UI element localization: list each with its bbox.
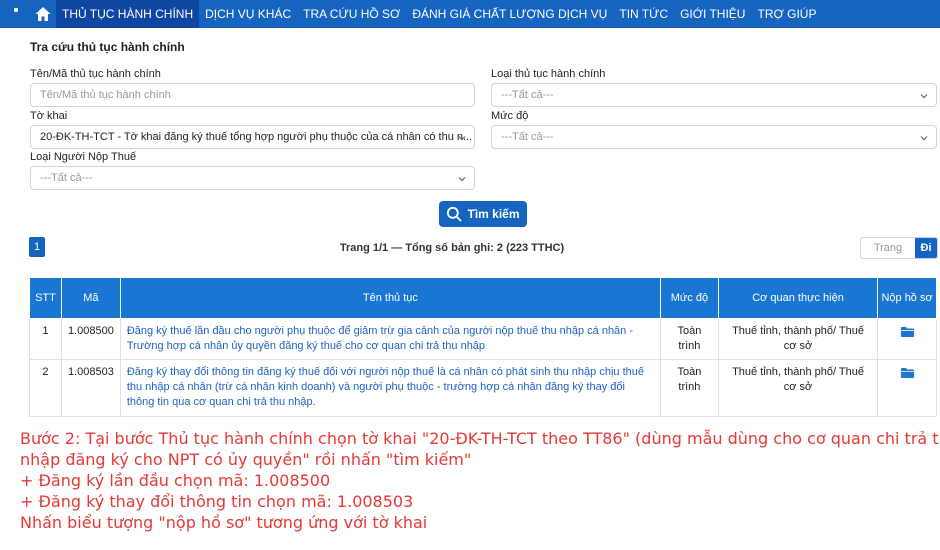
chevron-down-icon	[920, 94, 928, 99]
folder-icon[interactable]	[900, 368, 914, 378]
taxpayer-type-value: ---Tất cả---	[40, 172, 93, 184]
level-label: Mức độ	[491, 110, 529, 122]
page-goto-input[interactable]: Trang	[861, 238, 915, 258]
form-select[interactable]: 20-ĐK-TH-TCT - Tờ khai đăng ký thuế tổng…	[30, 125, 475, 149]
nav-item-tin-tuc[interactable]: TIN TỨC	[613, 0, 674, 28]
col-header-level: Mức độ	[659, 277, 719, 319]
col-header-agency: Cơ quan thực hiện	[717, 277, 879, 319]
top-navigation: THỦ TỤC HÀNH CHÍNH DỊCH VỤ KHÁC TRA CỨU …	[0, 0, 940, 28]
search-button-label: Tìm kiếm	[467, 207, 520, 221]
level-select[interactable]: ---Tất cả---	[491, 125, 937, 149]
folder-icon[interactable]	[900, 327, 914, 337]
col-header-name: Tên thủ tục	[119, 277, 661, 319]
home-icon[interactable]	[34, 5, 52, 23]
cell-stt: 1	[29, 318, 62, 360]
procedure-name-link[interactable]: Đăng ký thuế lần đầu cho người phụ thuộc…	[119, 318, 661, 360]
nav-item-danh-gia-chat-luong[interactable]: ĐÁNH GIÁ CHẤT LƯỢNG DỊCH VỤ	[406, 0, 613, 28]
instruction-line: nhập đăng ký cho NPT có ủy quyền" rồi nh…	[20, 450, 472, 469]
col-header-submit: Nộp hồ sơ	[877, 277, 937, 319]
chevron-down-icon	[458, 177, 466, 182]
table-header-row: STT Mã Tên thủ tục Mức độ Cơ quan thực h…	[29, 277, 937, 319]
instruction-line: + Đăng ký thay đổi thông tin chọn mã: 1.…	[20, 492, 414, 511]
instruction-line: + Đăng ký lần đầu chọn mã: 1.008500	[20, 471, 331, 490]
nav-items: THỦ TỤC HÀNH CHÍNH DỊCH VỤ KHÁC TRA CỨU …	[56, 0, 822, 28]
procedure-type-value: ---Tất cả---	[501, 89, 554, 101]
name-label: Tên/Mã thủ tục hành chính	[30, 68, 161, 80]
nav-item-gioi-thieu[interactable]: GIỚI THIỆU	[674, 0, 751, 28]
table-row: 1 1.008500 Đăng ký thuế lần đầu cho ngườ…	[29, 318, 937, 360]
procedure-type-select[interactable]: ---Tất cả---	[491, 83, 937, 107]
nav-item-dich-vu-khac[interactable]: DỊCH VỤ KHÁC	[199, 0, 297, 28]
cell-code: 1.008503	[60, 359, 121, 417]
form-value: 20-ĐK-TH-TCT - Tờ khai đăng ký thuế tổng…	[40, 131, 473, 143]
chevron-down-icon	[458, 136, 466, 141]
col-header-stt: STT	[29, 277, 62, 319]
procedure-name-link[interactable]: Đăng ký thay đổi thông tin đăng ký thuế …	[119, 359, 661, 417]
nav-item-thu-tuc-hanh-chinh[interactable]: THỦ TỤC HÀNH CHÍNH	[56, 0, 200, 28]
cell-level: Toàn trình	[659, 318, 719, 360]
table-row: 2 1.008503 Đăng ký thay đổi thông tin đă…	[29, 359, 937, 417]
search-button[interactable]: Tìm kiếm	[439, 201, 527, 227]
taxpayer-type-label: Loại Người Nộp Thuế	[30, 151, 137, 163]
col-header-code: Mã	[60, 277, 121, 319]
cell-submit	[877, 359, 937, 417]
procedure-type-label: Loại thủ tục hành chính	[491, 68, 606, 80]
instruction-note: Bước 2: Tại bước Thủ tục hành chính chọn…	[20, 428, 940, 533]
procedures-table: STT Mã Tên thủ tục Mức độ Cơ quan thực h…	[29, 277, 937, 417]
search-section-title: Tra cứu thủ tục hành chính	[30, 40, 185, 54]
taxpayer-type-select[interactable]: ---Tất cả---	[30, 166, 475, 190]
cell-submit	[877, 318, 937, 360]
nav-item-tra-cuu-ho-so[interactable]: TRA CỨU HỒ SƠ	[297, 0, 406, 28]
menu-dot-icon	[14, 8, 18, 12]
name-input[interactable]: Tên/Mã thủ tục hành chính	[30, 83, 475, 107]
search-icon	[447, 206, 462, 222]
cell-agency: Thuế tỉnh, thành phố/ Thuế cơ sở	[717, 359, 879, 417]
record-summary: Trang 1/1 — Tổng số bản ghi: 2 (223 TTHC…	[339, 242, 565, 254]
cell-code: 1.008500	[60, 318, 121, 360]
form-label: Tờ khai	[30, 110, 68, 122]
page-goto-button[interactable]: Đi	[915, 238, 937, 258]
page-goto: Trang Đi	[860, 237, 938, 259]
chevron-down-icon	[920, 136, 928, 141]
instruction-line: Nhấn biểu tượng "nộp hồ sơ" tương ứng vớ…	[20, 513, 428, 532]
instruction-line: Bước 2: Tại bước Thủ tục hành chính chọn…	[20, 429, 940, 448]
cell-stt: 2	[29, 359, 62, 417]
cell-agency: Thuế tỉnh, thành phố/ Thuế cơ sở	[717, 318, 879, 360]
nav-item-tro-giup[interactable]: TRỢ GIÚP	[751, 0, 822, 28]
cell-level: Toàn trình	[659, 359, 719, 417]
level-value: ---Tất cả---	[501, 131, 554, 143]
